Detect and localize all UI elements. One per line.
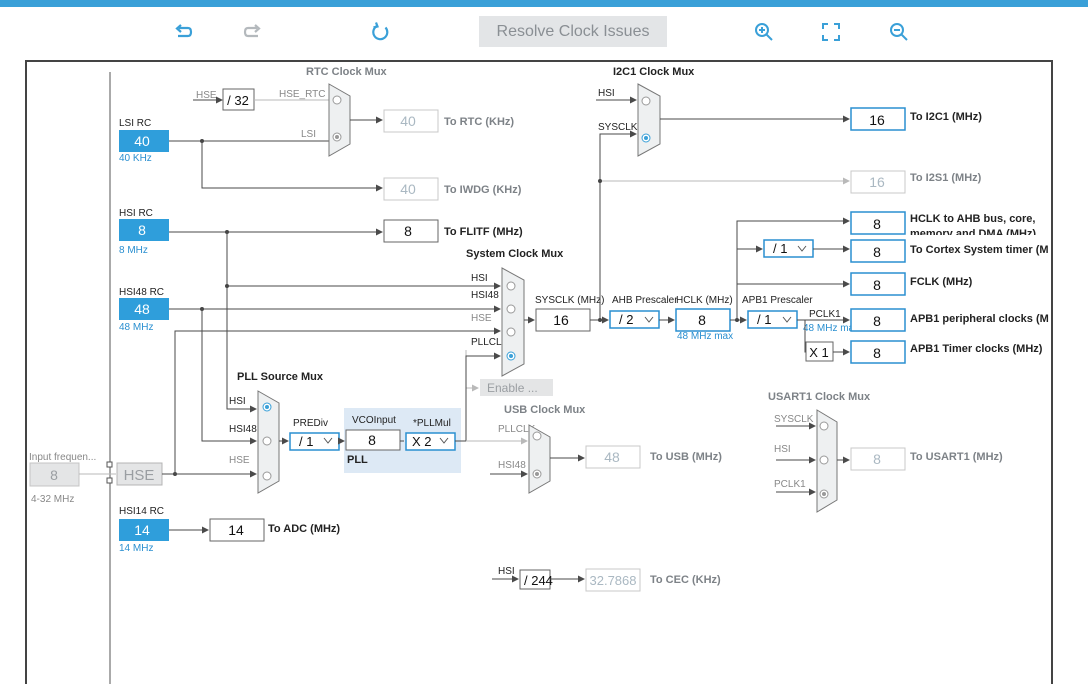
ahb-prescaler-value: / 2 xyxy=(619,312,633,327)
usart1-in-pclk1: PCLK1 xyxy=(774,479,806,490)
usart1-output-value: 8 xyxy=(873,451,881,467)
apb1-peripheral-output-value: 8 xyxy=(873,313,881,329)
sysclk-label: SYSCLK (MHz) xyxy=(535,295,604,306)
adc-output-label: To ADC (MHz) xyxy=(268,523,340,535)
rtc-hse-label: HSE xyxy=(196,90,217,101)
apb1-prescaler-select[interactable] xyxy=(747,310,798,329)
vco-input-value: 8 xyxy=(368,432,376,448)
hsi48-rc-value: 48 xyxy=(134,301,150,317)
cortex-divider-select[interactable] xyxy=(763,239,814,258)
pll-source-mux-title: PLL Source Mux xyxy=(237,371,324,383)
usb-output-label: To USB (MHz) xyxy=(650,451,722,463)
sysclk-value: 16 xyxy=(553,312,569,328)
vco-input-label: VCOInput xyxy=(352,415,396,426)
i2c1-output-value: 16 xyxy=(869,112,885,128)
hclk-ahb-output-label: HCLK to AHB bus, core, xyxy=(910,213,1036,225)
clock-tree-canvas: Input frequen... 8 4-32 MHz HSE LSI RC 4… xyxy=(25,60,1053,684)
hclk-max: 48 MHz max xyxy=(677,331,733,342)
rtc-hse-divider-value: / 32 xyxy=(227,93,249,108)
i2s1-output-label: To I2S1 (MHz) xyxy=(910,172,982,184)
usb-mux-title: USB Clock Mux xyxy=(504,404,586,416)
input-frequency-label: Input frequen... xyxy=(29,452,96,463)
pllmul-value: X 2 xyxy=(412,434,432,449)
hclk-label: HCLK (MHz) xyxy=(676,295,733,306)
system-clock-mux-title: System Clock Mux xyxy=(466,248,564,260)
iwdg-output-label: To IWDG (KHz) xyxy=(444,184,522,196)
apb1-peripheral-output-label: APB1 peripheral clocks (M xyxy=(910,313,1049,325)
pclk1-label: PCLK1 xyxy=(809,309,841,320)
sysmux-in-hse: HSE xyxy=(471,313,492,324)
pll-in-hse: HSE xyxy=(229,455,250,466)
lsi-rc-label: LSI RC xyxy=(119,118,151,129)
pllmul-label: *PLLMul xyxy=(413,418,451,429)
input-frequency-range: 4-32 MHz xyxy=(31,494,74,505)
lsi-rc-freq: 40 KHz xyxy=(119,153,152,164)
input-frequency-value: 8 xyxy=(50,467,58,483)
usb-in-hsi48: HSI48 xyxy=(498,460,526,471)
hsi14-rc-freq: 14 MHz xyxy=(119,543,153,554)
usb-output-value: 48 xyxy=(604,449,620,465)
usart1-mux-title: USART1 Clock Mux xyxy=(768,391,871,403)
i2c1-mux-title: I2C1 Clock Mux xyxy=(613,66,695,78)
pll-in-hsi48: HSI48 xyxy=(229,424,257,435)
ahb-prescaler-select[interactable] xyxy=(609,310,660,329)
hsi14-rc-label: HSI14 RC xyxy=(119,506,164,517)
hsi48-rc-freq: 48 MHz xyxy=(119,322,153,333)
usart1-in-sysclk: SYSCLK xyxy=(774,414,814,425)
rtc-output-value: 40 xyxy=(400,113,416,129)
hclk-value: 8 xyxy=(698,312,706,328)
cortex-timer-output-label: To Cortex System timer (M xyxy=(910,244,1049,256)
i2c1-in-sysclk: SYSCLK xyxy=(598,122,638,133)
flitf-output-label: To FLITF (MHz) xyxy=(444,226,523,238)
apb1-timer-multiplier-value: X 1 xyxy=(809,345,829,360)
iwdg-output-value: 40 xyxy=(400,181,416,197)
enable-css-label: Enable ... xyxy=(487,381,538,395)
ahb-prescaler-label: AHB Prescaler xyxy=(612,295,678,306)
adc-output-value: 14 xyxy=(228,522,244,538)
rtc-hse-rtc-label: HSE_RTC xyxy=(279,89,326,100)
usart1-in-hsi: HSI xyxy=(774,444,791,455)
sysmux-in-hsi48: HSI48 xyxy=(471,290,499,301)
prediv-select[interactable] xyxy=(289,432,340,451)
apb1-prescaler-label: APB1 Prescaler xyxy=(742,295,813,306)
pll-in-hsi: HSI xyxy=(229,396,246,407)
sysmux-in-hsi: HSI xyxy=(471,273,488,284)
hsi14-rc-value: 14 xyxy=(134,522,150,538)
rtc-mux-title: RTC Clock Mux xyxy=(306,66,388,78)
hclk-ahb-output-label-2: memory and DMA (MHz) xyxy=(910,228,1036,240)
flitf-output-value: 8 xyxy=(404,223,412,239)
apb1-prescaler-value: / 1 xyxy=(757,312,771,327)
lsi-rc-value: 40 xyxy=(134,133,150,149)
usart1-output-label: To USART1 (MHz) xyxy=(910,451,1003,463)
cortex-divider-value: / 1 xyxy=(773,241,787,256)
i2c1-in-hsi: HSI xyxy=(598,88,615,99)
prediv-value: / 1 xyxy=(299,434,313,449)
i2c1-output-label: To I2C1 (MHz) xyxy=(910,111,982,123)
cec-divider-value: / 244 xyxy=(524,573,553,588)
pll-label: PLL xyxy=(347,454,368,466)
cec-in-hsi: HSI xyxy=(498,566,515,577)
rtc-output-label: To RTC (KHz) xyxy=(444,116,514,128)
rtc-lsi-label: LSI xyxy=(301,129,316,140)
prediv-label: PREDiv xyxy=(293,418,328,429)
hsi-rc-freq: 8 MHz xyxy=(119,245,148,256)
cec-output-label: To CEC (KHz) xyxy=(650,574,721,586)
hsi-rc-label: HSI RC xyxy=(119,208,153,219)
hsi48-rc-label: HSI48 RC xyxy=(119,287,164,298)
hse-source-label: HSE xyxy=(124,467,155,484)
apb1-timer-output-label: APB1 Timer clocks (MHz) xyxy=(910,343,1043,355)
diagram-frame xyxy=(25,60,1053,684)
i2s1-output-value: 16 xyxy=(869,174,885,190)
fclk-output-label: FCLK (MHz) xyxy=(910,276,973,288)
cortex-timer-output-value: 8 xyxy=(873,244,881,260)
rtc-clock-mux[interactable] xyxy=(328,83,351,157)
hclk-ahb-output-value: 8 xyxy=(873,216,881,232)
i2c1-clock-mux[interactable] xyxy=(637,83,661,157)
cec-output-value: 32.7868 xyxy=(590,573,637,588)
apb1-timer-output-value: 8 xyxy=(873,345,881,361)
fclk-output-value: 8 xyxy=(873,277,881,293)
hsi-rc-value: 8 xyxy=(138,222,146,238)
